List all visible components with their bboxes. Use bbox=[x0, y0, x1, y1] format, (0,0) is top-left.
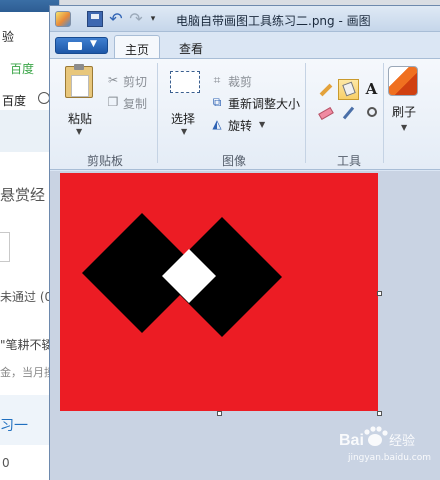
tab-home[interactable]: 主页 bbox=[114, 35, 160, 59]
browser-heading: 悬赏经 bbox=[0, 186, 46, 204]
svg-text:Bai: Bai bbox=[339, 432, 364, 449]
magnifier-icon[interactable] bbox=[361, 103, 382, 124]
copy-button[interactable]: 复制 bbox=[123, 95, 147, 112]
resize-handle-bottom[interactable] bbox=[217, 411, 222, 416]
redo-icon[interactable]: ↷ bbox=[128, 11, 144, 27]
browser-text: "笔耕不辍 bbox=[0, 338, 54, 352]
fill-icon[interactable] bbox=[338, 79, 359, 100]
paste-icon[interactable] bbox=[65, 64, 93, 98]
browser-status-text: 未通过 (0 bbox=[0, 290, 53, 304]
browser-link[interactable]: 习一 bbox=[0, 415, 28, 435]
tab-view[interactable]: 查看 bbox=[168, 35, 214, 59]
brushes-button[interactable]: 刷子 bbox=[392, 103, 416, 120]
cut-button[interactable]: 剪切 bbox=[123, 73, 147, 90]
chevron-down-icon[interactable]: ▼ bbox=[181, 127, 187, 136]
canvas-workspace: Bai 经验 jingyan.baidu.com bbox=[50, 171, 440, 480]
drawing-canvas[interactable] bbox=[60, 173, 378, 411]
chevron-down-icon: ▼ bbox=[90, 39, 97, 49]
baidu-paw-logo: Bai 经验 bbox=[339, 426, 415, 449]
paint-app-icon[interactable] bbox=[55, 11, 71, 27]
chevron-down-icon[interactable]: ▼ bbox=[259, 120, 265, 129]
paint-window: ↶ ↷ ▾ 电脑自带画图工具练习二.png - 画图 ▼ 主页 查看 粘贴 ▼ … bbox=[49, 5, 440, 480]
crop-icon[interactable]: ⌗ bbox=[210, 73, 224, 87]
browser-bookmark[interactable]: 百度 bbox=[2, 92, 26, 109]
scissors-icon[interactable]: ✂ bbox=[106, 73, 120, 87]
browser-text: 验 bbox=[2, 30, 15, 44]
paste-button[interactable]: 粘贴 bbox=[68, 110, 92, 127]
group-divider bbox=[305, 63, 306, 163]
paint-menu-button[interactable]: ▼ bbox=[55, 37, 108, 54]
group-divider bbox=[157, 63, 158, 163]
eraser-icon[interactable] bbox=[315, 103, 336, 124]
watermark: Bai 经验 jingyan.baidu.com bbox=[305, 423, 435, 463]
resize-icon[interactable]: ⧉ bbox=[210, 95, 224, 109]
crop-button[interactable]: 裁剪 bbox=[228, 73, 252, 90]
watermark-url: jingyan.baidu.com bbox=[347, 453, 431, 463]
browser-text: 金，当月摸 bbox=[0, 366, 55, 379]
copy-icon[interactable]: ❐ bbox=[106, 95, 120, 109]
select-icon[interactable] bbox=[170, 71, 200, 93]
group-label-image: 图像 bbox=[222, 154, 247, 168]
pencil-icon[interactable] bbox=[315, 79, 336, 100]
text-icon[interactable]: A bbox=[361, 79, 382, 100]
rotate-button[interactable]: 旋转 bbox=[228, 117, 252, 134]
select-button[interactable]: 选择 bbox=[171, 110, 195, 127]
ribbon-home: 粘贴 ▼ ✂ 剪切 ❐ 复制 剪贴板 选择 ▼ ⌗ 裁剪 ⧉ 重新调整大小 ◭ … bbox=[50, 58, 440, 170]
group-label-tools: 工具 bbox=[337, 154, 362, 168]
resize-handle-right[interactable] bbox=[377, 291, 382, 296]
rotate-icon[interactable]: ◭ bbox=[210, 117, 224, 131]
ribbon-tab-row: ▼ 主页 查看 bbox=[50, 32, 440, 59]
group-label-clipboard: 剪贴板 bbox=[87, 154, 124, 168]
browser-input[interactable] bbox=[0, 232, 10, 262]
window-title: 电脑自带画图工具练习二.png - 画图 bbox=[176, 14, 371, 28]
resize-button[interactable]: 重新调整大小 bbox=[228, 95, 300, 112]
brush-icon[interactable] bbox=[388, 66, 418, 96]
save-icon[interactable] bbox=[87, 11, 103, 27]
browser-link[interactable]: 百度 bbox=[10, 60, 34, 77]
group-divider bbox=[383, 63, 384, 163]
undo-icon[interactable]: ↶ bbox=[108, 11, 124, 27]
canvas-image bbox=[60, 173, 378, 411]
svg-text:经验: 经验 bbox=[389, 433, 415, 449]
browser-count: 0 bbox=[2, 456, 10, 470]
chevron-down-icon[interactable]: ▼ bbox=[401, 123, 407, 132]
resize-handle-corner[interactable] bbox=[377, 411, 382, 416]
color-picker-icon[interactable] bbox=[338, 103, 359, 124]
customize-icon[interactable]: ▾ bbox=[147, 11, 159, 27]
menu-icon bbox=[68, 42, 82, 50]
chevron-down-icon[interactable]: ▼ bbox=[76, 127, 82, 136]
title-bar[interactable]: ↶ ↷ ▾ 电脑自带画图工具练习二.png - 画图 bbox=[50, 6, 440, 32]
